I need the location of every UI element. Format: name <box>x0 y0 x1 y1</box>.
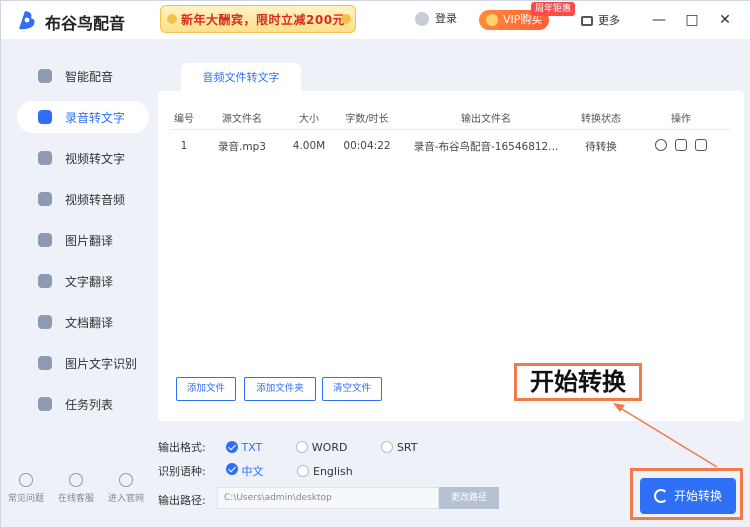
folder-icon[interactable] <box>675 138 687 151</box>
chat-icon <box>69 473 83 487</box>
col-actions: 操作 <box>632 107 730 130</box>
task-list-icon <box>38 397 52 411</box>
sidebar-item-video-to-text[interactable]: 视频转文字 <box>17 142 149 174</box>
video-audio-icon <box>38 192 52 206</box>
col-no: 编号 <box>170 107 198 130</box>
more-label: 更多 <box>598 14 620 27</box>
col-output: 输出文件名 <box>402 107 570 130</box>
start-convert-label: 开始转换 <box>674 489 723 503</box>
support-link[interactable]: 在线客服 <box>53 473 99 504</box>
video-text-icon <box>38 151 52 165</box>
format-word-radio[interactable]: WORD <box>295 441 347 454</box>
app-title: 布谷鸟配音 <box>45 14 126 33</box>
coin-icon <box>341 14 351 24</box>
sidebar-item-text-translate[interactable]: 文字翻译 <box>17 265 149 297</box>
file-panel: 编号 源文件名 大小 字数/时长 输出文件名 转换状态 操作 1 录音.mp3 … <box>158 91 744 421</box>
output-path-label: 输出路径: <box>158 494 206 507</box>
cell-source: 录音.mp3 <box>218 140 266 153</box>
app-window: 布谷鸟配音 新年大酬宾，限时立减200元 登录 VIP购买 周年钜惠 更多 — … <box>0 0 750 527</box>
add-file-button[interactable]: 添加文件 <box>176 377 236 401</box>
output-format-row: 输出格式: TXT WORD SRT <box>158 439 417 455</box>
col-size: 大小 <box>286 107 332 130</box>
faq-link[interactable]: 常见问题 <box>3 473 49 504</box>
sidebar-item-ocr[interactable]: 图片文字识别 <box>17 347 149 379</box>
vip-badge: 周年钜惠 <box>531 2 576 16</box>
login-button[interactable]: 登录 <box>415 10 457 26</box>
question-icon <box>19 473 33 487</box>
login-label: 登录 <box>435 12 457 25</box>
sidebar-bottom-links: 常见问题 在线客服 进入官网 <box>1 473 151 513</box>
app-logo-icon <box>19 11 35 30</box>
cell-no: 1 <box>180 140 188 153</box>
format-txt-radio[interactable]: TXT <box>225 441 262 454</box>
audio-text-icon <box>38 110 52 124</box>
col-duration: 字数/时长 <box>332 107 402 130</box>
home-icon <box>119 473 133 487</box>
preview-icon[interactable] <box>655 138 667 151</box>
doc-translate-icon <box>38 315 52 329</box>
tab-audio-to-text[interactable]: 音频文件转文字 <box>181 63 301 93</box>
change-path-button[interactable]: 更改路径 <box>439 487 499 509</box>
website-link[interactable]: 进入官网 <box>103 473 149 504</box>
cell-actions <box>632 129 730 163</box>
promo-banner[interactable]: 新年大酬宾，限时立减200元 <box>160 5 356 33</box>
user-avatar-icon <box>415 12 429 26</box>
main-area: 音频文件转文字 编号 源文件名 大小 字数/时长 输出文件名 转换状态 操作 1… <box>151 39 750 527</box>
col-source: 源文件名 <box>198 107 286 130</box>
convert-icon <box>654 489 668 503</box>
sidebar-item-smart-dubbing[interactable]: 智能配音 <box>17 60 149 92</box>
maximize-button[interactable]: □ <box>681 9 703 31</box>
clear-files-button[interactable]: 清空文件 <box>322 377 382 401</box>
annotation-callout: 开始转换 <box>514 363 642 401</box>
table-row[interactable]: 1 录音.mp3 4.00M 00:04:22 录音-布谷鸟配音-1654681… <box>170 129 730 163</box>
sidebar-item-video-to-audio[interactable]: 视频转音频 <box>17 183 149 215</box>
format-srt-radio[interactable]: SRT <box>380 441 417 454</box>
title-bar: 布谷鸟配音 新年大酬宾，限时立减200元 登录 VIP购买 周年钜惠 更多 — … <box>1 1 750 39</box>
coin-icon <box>167 14 177 24</box>
add-folder-button[interactable]: 添加文件夹 <box>244 377 316 401</box>
output-path-field[interactable]: C:\Users\admin\desktop <box>217 487 439 509</box>
cell-duration: 00:04:22 <box>343 140 391 153</box>
text-translate-icon <box>38 274 52 288</box>
start-convert-button[interactable]: 开始转换 <box>640 478 736 514</box>
file-table: 编号 源文件名 大小 字数/时长 输出文件名 转换状态 操作 1 录音.mp3 … <box>170 107 730 163</box>
col-status: 转换状态 <box>570 107 632 130</box>
crown-icon <box>486 14 498 26</box>
microphone-icon <box>38 69 52 83</box>
table-header-row: 编号 源文件名 大小 字数/时长 输出文件名 转换状态 操作 <box>170 107 730 130</box>
cell-output: 录音-布谷鸟配音-16546812... <box>413 140 559 153</box>
sidebar-item-audio-to-text[interactable]: 录音转文字 <box>17 101 149 133</box>
language-label: 识别语种: <box>158 465 206 478</box>
image-text-icon <box>38 356 52 370</box>
minimize-button[interactable]: — <box>648 9 670 31</box>
sidebar-item-task-list[interactable]: 任务列表 <box>17 388 149 420</box>
cell-status: 待转换 <box>585 140 617 153</box>
sidebar-item-doc-translate[interactable]: 文档翻译 <box>17 306 149 338</box>
layers-icon <box>581 16 593 26</box>
promo-text: 新年大酬宾，限时立减200元 <box>181 13 346 27</box>
sidebar-item-image-translate[interactable]: 图片翻译 <box>17 224 149 256</box>
lang-chinese-radio[interactable]: 中文 <box>225 463 264 479</box>
output-format-label: 输出格式: <box>158 441 206 454</box>
image-translate-icon <box>38 233 52 247</box>
cell-size: 4.00M <box>292 140 326 153</box>
more-menu[interactable]: 更多 <box>581 12 620 28</box>
lang-english-radio[interactable]: English <box>297 465 353 478</box>
close-button[interactable]: ✕ <box>714 9 736 31</box>
trash-icon[interactable] <box>695 138 707 151</box>
language-row: 识别语种: 中文 English <box>158 463 353 479</box>
sidebar: 智能配音 录音转文字 视频转文字 视频转音频 图片翻译 文字翻译 文档翻译 图片… <box>1 39 151 527</box>
